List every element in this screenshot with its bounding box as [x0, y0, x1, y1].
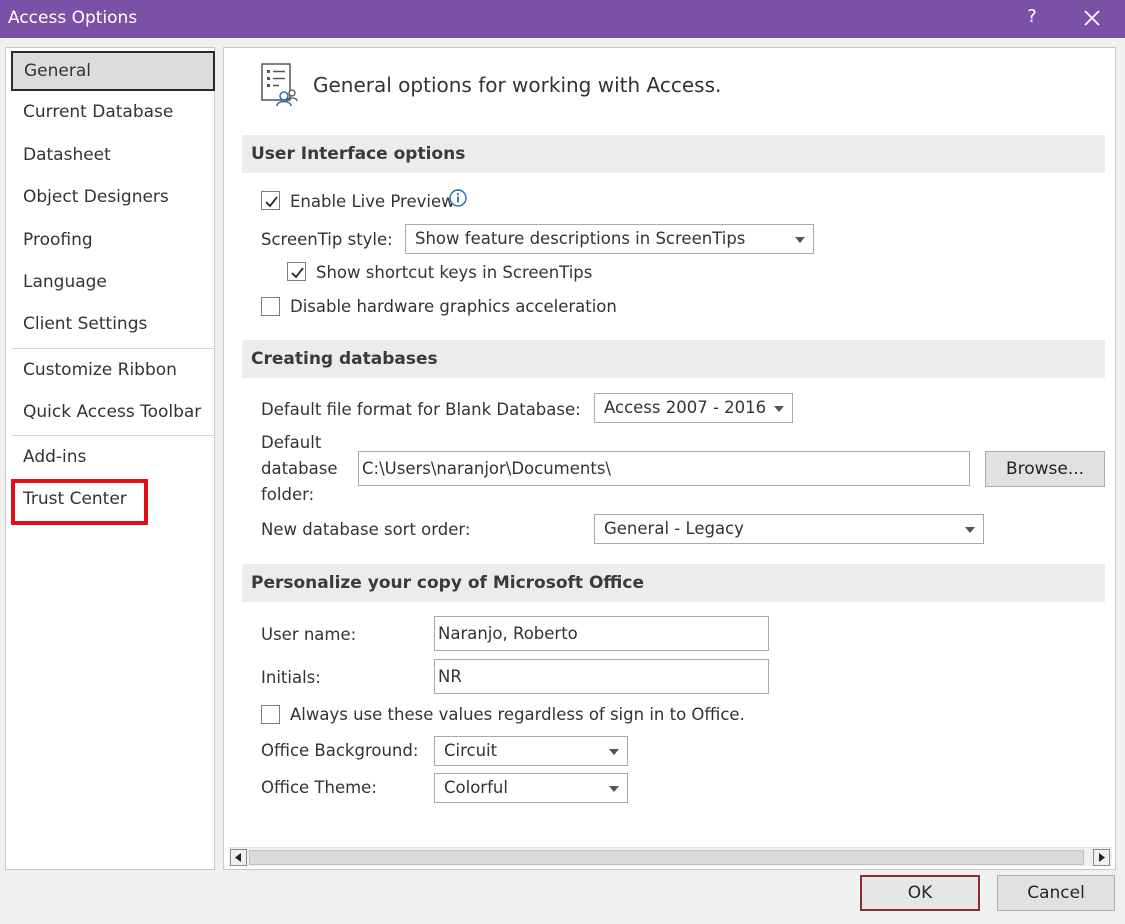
enable-live-preview-label: Enable Live Preview [290, 192, 455, 211]
user-name-label: User name: [261, 625, 357, 644]
database-folder-label-line2: database [261, 459, 338, 478]
initials-input[interactable]: NR [434, 659, 769, 694]
sidebar-item-current-database[interactable]: Current Database [11, 93, 215, 133]
sidebar-item-object-designers[interactable]: Object Designers [11, 178, 215, 218]
sort-order-select[interactable]: General - Legacy [594, 514, 984, 544]
disable-hw-acceleration-label: Disable hardware graphics acceleration [290, 297, 617, 316]
section-personalize: Personalize your copy of Microsoft Offic… [242, 564, 1105, 602]
office-background-label: Office Background: [261, 741, 419, 760]
chevron-down-icon [795, 237, 805, 243]
sort-order-label: New database sort order: [261, 520, 471, 539]
info-icon[interactable] [449, 189, 467, 207]
browse-button[interactable]: Browse... [985, 451, 1105, 487]
database-folder-label-line3: folder: [261, 485, 315, 504]
page-title: General options for working with Access. [313, 73, 722, 97]
sidebar-nav: General Current Database Datasheet Objec… [5, 47, 215, 870]
chevron-down-icon [965, 527, 975, 533]
disable-hw-acceleration-checkbox[interactable] [261, 297, 280, 316]
chevron-down-icon [609, 786, 619, 792]
scroll-right-button[interactable] [1093, 849, 1110, 866]
always-use-values-checkbox[interactable] [261, 705, 280, 724]
office-theme-value: Colorful [444, 778, 508, 797]
enable-live-preview-checkbox[interactable] [261, 191, 280, 210]
sidebar-item-datasheet[interactable]: Datasheet [11, 136, 215, 176]
sidebar-item-language[interactable]: Language [11, 263, 215, 303]
office-background-select[interactable]: Circuit [434, 736, 628, 766]
checkmark-icon [265, 196, 278, 208]
scroll-right-icon [1099, 853, 1105, 862]
sidebar-item-client-settings[interactable]: Client Settings [11, 305, 215, 345]
close-button[interactable] [1080, 4, 1104, 32]
close-icon [1084, 10, 1100, 26]
database-folder-label-line1: Default [261, 433, 322, 452]
always-use-values-label: Always use these values regardless of si… [290, 705, 745, 724]
title-bar: Access Options ? [0, 0, 1125, 38]
sidebar-item-customize-ribbon[interactable]: Customize Ribbon [11, 351, 215, 391]
show-shortcut-keys-checkbox[interactable] [287, 262, 306, 281]
sort-order-value: General - Legacy [604, 519, 744, 538]
chevron-down-icon [774, 406, 784, 412]
section-creating-databases: Creating databases [242, 340, 1105, 378]
sidebar-item-general[interactable]: General [11, 51, 215, 91]
office-theme-select[interactable]: Colorful [434, 773, 628, 803]
scroll-left-icon [235, 853, 241, 862]
chevron-down-icon [609, 749, 619, 755]
checkmark-icon [291, 267, 304, 279]
office-background-value: Circuit [444, 741, 498, 760]
window-title: Access Options [8, 8, 138, 28]
section-ui-options: User Interface options [242, 135, 1105, 173]
sidebar-item-trust-center[interactable]: Trust Center [11, 480, 215, 520]
user-name-input[interactable]: Naranjo, Roberto [434, 616, 769, 651]
database-folder-input[interactable]: C:\Users\naranjor\Documents\ [358, 451, 970, 486]
ok-button[interactable]: OK [860, 875, 980, 911]
sidebar-divider [11, 435, 215, 436]
screentip-style-label: ScreenTip style: [261, 230, 393, 249]
initials-label: Initials: [261, 668, 321, 687]
sidebar-item-add-ins[interactable]: Add-ins [11, 438, 215, 478]
screentip-style-value: Show feature descriptions in ScreenTips [415, 229, 746, 248]
scroll-left-button[interactable] [230, 849, 247, 866]
options-settings-icon [261, 63, 298, 107]
help-button[interactable]: ? [1024, 6, 1040, 27]
horizontal-scrollbar[interactable] [229, 847, 1112, 866]
cancel-button[interactable]: Cancel [997, 875, 1115, 911]
sidebar-divider [11, 348, 215, 349]
office-theme-label: Office Theme: [261, 778, 377, 797]
sidebar-item-proofing[interactable]: Proofing [11, 221, 215, 261]
screentip-style-select[interactable]: Show feature descriptions in ScreenTips [405, 224, 814, 254]
show-shortcut-keys-label: Show shortcut keys in ScreenTips [316, 263, 593, 282]
general-options-panel: General options for working with Access.… [223, 47, 1116, 870]
file-format-label: Default file format for Blank Database: [261, 400, 581, 419]
file-format-value: Access 2007 - 2016 [604, 398, 767, 417]
scrollbar-track[interactable] [249, 850, 1084, 865]
sidebar-item-quick-access-toolbar[interactable]: Quick Access Toolbar [11, 393, 215, 433]
file-format-select[interactable]: Access 2007 - 2016 [594, 393, 793, 423]
